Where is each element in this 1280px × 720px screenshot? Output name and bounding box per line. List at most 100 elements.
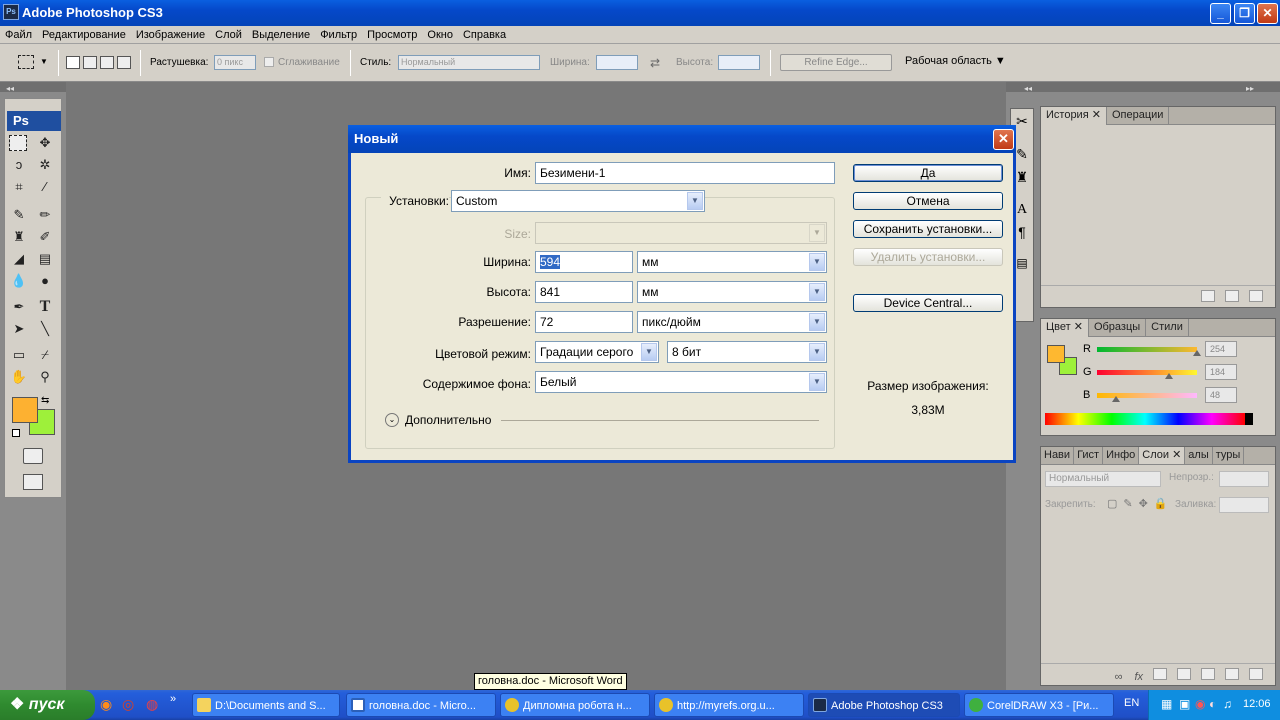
tab-paths[interactable]: туры [1213, 447, 1245, 464]
firefox-icon[interactable]: ◉ [100, 696, 112, 713]
task-explorer[interactable]: D:\Documents and S... [192, 693, 340, 717]
collapse-icon[interactable]: ◂◂ [0, 84, 14, 93]
minimize-button[interactable]: _ [1210, 3, 1231, 24]
g-slider-thumb[interactable] [1165, 373, 1173, 379]
resolution-unit-select[interactable]: пикс/дюйм ▼ [637, 311, 827, 333]
close-tab-icon[interactable]: ✕ [1092, 109, 1101, 121]
height-unit-select[interactable]: мм ▼ [637, 281, 827, 303]
task-photoshop[interactable]: Adobe Photoshop CS3 [808, 693, 960, 717]
dodge-tool-icon[interactable]: ● [35, 271, 55, 291]
height-input[interactable]: 841 [535, 281, 633, 303]
intersect-selection-icon[interactable] [117, 56, 131, 69]
quick-mask-icon[interactable] [23, 448, 43, 464]
quicklaunch-more-icon[interactable]: » [170, 693, 176, 705]
line-tool-icon[interactable]: ╲ [35, 319, 55, 339]
collapse-icon[interactable]: ▸▸ [1032, 84, 1254, 93]
g-slider[interactable] [1097, 370, 1197, 375]
healing-brush-icon[interactable]: ✎ [9, 205, 29, 225]
snapshot-icon[interactable] [1201, 290, 1215, 302]
feather-input[interactable]: 0 пикс [214, 55, 256, 70]
device-central-button[interactable]: Device Central... [853, 294, 1003, 312]
size-select[interactable]: ▼ [535, 222, 827, 244]
width-unit-select[interactable]: мм ▼ [637, 251, 827, 273]
foreground-color-swatch[interactable] [12, 397, 38, 423]
advanced-label[interactable]: Дополнительно [405, 413, 491, 427]
width-input[interactable] [596, 55, 638, 70]
tab-color[interactable]: Цвет ✕ [1041, 319, 1089, 337]
trash-icon[interactable] [1249, 668, 1263, 680]
r-value[interactable]: 254 [1205, 341, 1237, 357]
menu-image[interactable]: Изображение [131, 26, 210, 44]
gradient-tool-icon[interactable]: ▤ [35, 249, 55, 269]
fx-icon[interactable]: fx [1134, 671, 1143, 683]
maximize-button[interactable]: ❐ [1234, 3, 1255, 24]
fg-color-chip[interactable] [1047, 345, 1065, 363]
screen-mode-icon[interactable] [23, 474, 43, 490]
b-slider-thumb[interactable] [1112, 396, 1120, 402]
lasso-tool-icon[interactable]: ↄ [9, 155, 29, 175]
g-value[interactable]: 184 [1205, 364, 1237, 380]
antialias-checkbox[interactable] [264, 57, 274, 67]
menu-select[interactable]: Выделение [247, 26, 315, 44]
resolution-input[interactable]: 72 [535, 311, 633, 333]
refine-edge-button[interactable]: Refine Edge... [780, 54, 892, 71]
b-value[interactable]: 48 [1205, 387, 1237, 403]
clone-stamp-icon[interactable]: ♜ [9, 227, 29, 247]
volume-icon[interactable]: ♫ [1223, 697, 1232, 711]
group-icon[interactable] [1201, 668, 1215, 680]
color-ramp[interactable] [1045, 413, 1245, 425]
width-input[interactable]: 594 [535, 251, 633, 273]
opacity-input[interactable] [1219, 471, 1269, 487]
pen-tool-icon[interactable]: ✒ [9, 297, 29, 317]
blend-mode-select[interactable]: Нормальный [1045, 471, 1161, 487]
tab-styles[interactable]: Стили [1146, 319, 1189, 337]
move-tool-icon[interactable]: ✥ [35, 133, 55, 153]
menu-file[interactable]: Файл [0, 26, 37, 44]
close-tab-icon[interactable]: ✕ [1172, 449, 1181, 461]
tab-channels[interactable]: алы [1185, 447, 1213, 464]
type-tool-icon[interactable]: T [35, 297, 55, 317]
swap-icon[interactable]: ⇄ [650, 56, 660, 70]
opera-tray-icon[interactable]: ◉ [1195, 697, 1205, 711]
hand-tool-icon[interactable]: ✋ [9, 367, 29, 387]
tab-navigator[interactable]: Нави [1041, 447, 1075, 464]
camera-icon[interactable] [1225, 290, 1239, 302]
blur-tool-icon[interactable]: 💧 [9, 271, 29, 291]
new-layer-icon[interactable] [1225, 668, 1239, 680]
subtract-selection-icon[interactable] [100, 56, 114, 69]
task-coreldraw[interactable]: CorelDRAW X3 - [Ри... [964, 693, 1114, 717]
monitor-icon[interactable]: ▣ [1179, 697, 1190, 711]
save-preset-button[interactable]: Сохранить установки... [853, 220, 1003, 238]
menu-help[interactable]: Справка [458, 26, 511, 44]
notes-tool-icon[interactable]: ▭ [9, 345, 29, 365]
eraser-tool-icon[interactable]: ◢ [9, 249, 29, 269]
history-brush-icon[interactable]: ✐ [35, 227, 55, 247]
brush-tool-icon[interactable]: ✏ [35, 205, 55, 225]
r-slider[interactable] [1097, 347, 1197, 352]
menu-view[interactable]: Просмотр [362, 26, 422, 44]
color-mode-select[interactable]: Градации серого ▼ [535, 341, 659, 363]
menu-filter[interactable]: Фильтр [315, 26, 362, 44]
swap-colors-icon[interactable]: ⇆ [41, 395, 49, 406]
menu-layer[interactable]: Слой [210, 26, 247, 44]
color-ramp-black[interactable] [1245, 413, 1253, 425]
start-button[interactable]: ❖ пуск [0, 690, 95, 720]
path-selection-icon[interactable]: ➤ [9, 319, 29, 339]
height-input[interactable] [718, 55, 760, 70]
bit-depth-select[interactable]: 8 бит ▼ [667, 341, 827, 363]
task-chrome-2[interactable]: http://myrefs.org.u... [654, 693, 804, 717]
magic-wand-icon[interactable]: ✲ [35, 155, 55, 175]
default-colors-icon[interactable] [12, 429, 20, 437]
close-button[interactable]: ✕ [1257, 3, 1278, 24]
close-tab-icon[interactable]: ✕ [1074, 321, 1083, 333]
tab-swatches[interactable]: Образцы [1089, 319, 1147, 337]
ok-button[interactable]: Да [853, 164, 1003, 182]
tab-actions[interactable]: Операции [1107, 107, 1170, 125]
tab-histogram[interactable]: Гист [1074, 447, 1104, 464]
name-input[interactable]: Безимени-1 [535, 162, 835, 184]
add-selection-icon[interactable] [83, 56, 97, 69]
network-icon[interactable]: ▦ [1161, 697, 1172, 711]
antivirus-icon[interactable]: ◐ [1209, 697, 1216, 711]
task-word[interactable]: головна.doc - Micro... [346, 693, 496, 717]
mask-icon[interactable] [1153, 668, 1167, 680]
